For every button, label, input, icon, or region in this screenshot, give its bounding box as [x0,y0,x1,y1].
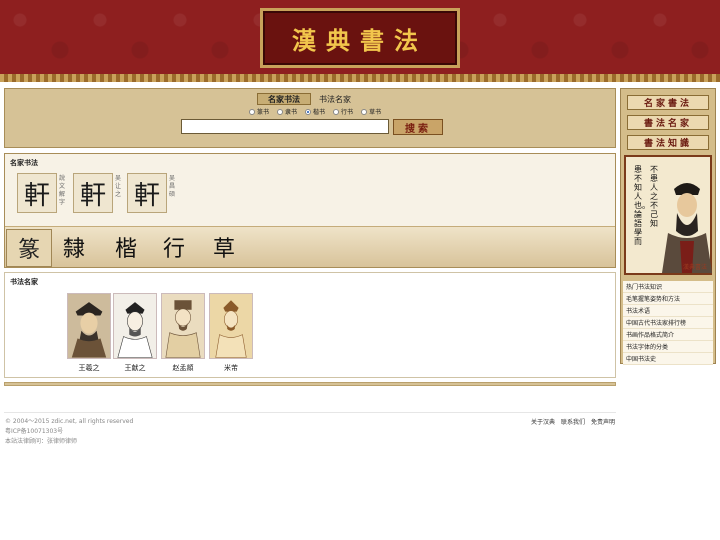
radio-label: 草书 [369,109,382,116]
style-tab-regular[interactable]: 楷 [115,231,137,263]
panel-title: 名家书法 [10,159,38,167]
section-divider-bar [4,382,616,386]
footer-icp[interactable]: 粤ICP备10071303号 [5,427,133,437]
sidebar-list-item[interactable]: 书法术语 [623,305,713,317]
style-tab-running[interactable]: 行 [163,231,185,263]
site-logo-text: 漢典書法 [292,25,428,55]
radio-label: 篆书 [257,109,270,116]
portrait-image[interactable] [67,293,111,359]
portrait-figure-icon [68,294,110,358]
portrait-name[interactable]: 赵孟頫 [161,363,205,373]
confucius-quote-card[interactable]: 不患人之不己知 患不知人也。論語學而 漢典書法 [624,155,712,275]
footer-divider [4,412,616,413]
footer-link-disclaimer[interactable]: 免责声明 [591,417,615,426]
radio-circle[interactable] [249,108,255,115]
portrait-image[interactable] [161,293,205,359]
sidebar-list-item[interactable]: 书画作品格式简介 [623,329,713,341]
radio-cursive-script[interactable]: 草书 [361,107,381,116]
radio-label: 行书 [341,109,354,116]
confucius-portrait-icon [662,183,712,273]
portrait-name[interactable]: 王羲之 [67,363,111,373]
style-tab-clerical[interactable]: 隸 [63,231,85,263]
radio-clerical-script[interactable]: 隶书 [277,107,297,116]
tab-calligraphy-masters[interactable]: 书法名家 [319,93,351,105]
calligraphy-tile[interactable]: 軒 [17,173,57,213]
sidebar-button-famous-calligraphy[interactable]: 名家書法 [627,95,709,110]
radio-circle[interactable] [361,108,368,115]
radio-circle[interactable] [277,108,284,115]
style-tab-seal[interactable]: 篆 [6,229,52,267]
portrait-figure-icon [114,294,156,358]
portrait-image[interactable] [209,293,253,359]
quote-column: 患不知人也。論語學而 [634,165,650,246]
sidebar-list-heading[interactable]: 热门书法知识 [623,281,713,293]
footer-link-contact[interactable]: 联系我们 [561,417,585,426]
right-sidebar: 名家書法 書法名家 書法知識 不患人之不己知 患不知人也。論語學而 漢典書法 热… [620,88,716,365]
calligraphy-tile-caption: 吴昌硕 [169,175,176,198]
footer-link-about[interactable]: 关于汉典 [531,417,555,426]
script-style-strip: 篆 隸 楷 行 草 [5,226,615,267]
calligraphy-tile-caption: 吴让之 [115,175,122,198]
calligraphy-tile[interactable]: 軒 [73,173,113,213]
radio-circle[interactable] [333,108,340,115]
radio-circle[interactable] [305,108,312,115]
sidebar-links-list: 热门书法知识 毛笔握笔姿势和方法 书法术语 中国古代书法家排行榜 书画作品格式简… [623,281,713,365]
footer-info: © 2004～2015 zdic.net, all rights reserve… [5,417,133,447]
search-button[interactable]: 搜索 [393,119,443,135]
site-logo[interactable]: 漢典書法 [260,8,460,68]
portrait-figure-icon [210,294,252,358]
radio-label: 楷书 [313,109,326,116]
portrait-image[interactable] [113,293,157,359]
search-panel: 名家书法 书法名家 篆书 隶书 楷书 行书 草书 搜索 [4,88,616,148]
radio-running-script[interactable]: 行书 [333,107,353,116]
tab-famous-calligraphy[interactable]: 名家书法 [257,93,311,105]
portrait-name[interactable]: 米芾 [209,363,253,373]
footer-legal: 本站法律顾问：张律师律师 [5,438,78,445]
sidebar-list-item[interactable]: 中国古代书法家排行榜 [623,317,713,329]
radio-regular-script[interactable]: 楷书 [305,107,325,116]
radio-label: 隶书 [285,109,298,116]
footer-links: 关于汉典 联系我们 免责声明 [531,417,615,426]
sidebar-button-calligraphy-knowledge[interactable]: 書法知識 [627,135,709,150]
site-header: 漢典書法 [0,0,720,82]
sidebar-list-item[interactable]: 中国书法史 [623,353,713,365]
script-style-radio-group: 篆书 隶书 楷书 行书 草书 [249,107,381,116]
sidebar-list-item[interactable]: 毛笔握笔姿势和方法 [623,293,713,305]
search-input[interactable] [181,119,389,134]
sidebar-button-calligraphy-masters[interactable]: 書法名家 [627,115,709,130]
sidebar-list-item[interactable]: 书法字体的分类 [623,341,713,353]
portrait-name[interactable]: 王献之 [113,363,157,373]
famous-calligraphy-panel: 名家书法 軒 說文解字 軒 吴让之 軒 吴昌硕 篆 隸 楷 行 草 [4,153,616,268]
footer-copyright: © 2004～2015 zdic.net, all rights reserve… [5,418,134,425]
calligraphy-tile[interactable]: 軒 [127,173,167,213]
calligraphy-tile-caption: 說文解字 [59,175,66,206]
panel-title: 书法名家 [10,278,38,286]
portrait-figure-icon [162,294,204,358]
calligraphy-masters-panel: 书法名家 王羲之 王献之 赵孟頫 米芾 [4,272,616,378]
quote-signature: 漢典書法 [682,264,707,271]
style-tab-cursive[interactable]: 草 [213,231,235,263]
header-decorative-band [0,74,720,82]
radio-seal-script[interactable]: 篆书 [249,107,269,116]
quote-column: 不患人之不己知 [650,165,658,228]
